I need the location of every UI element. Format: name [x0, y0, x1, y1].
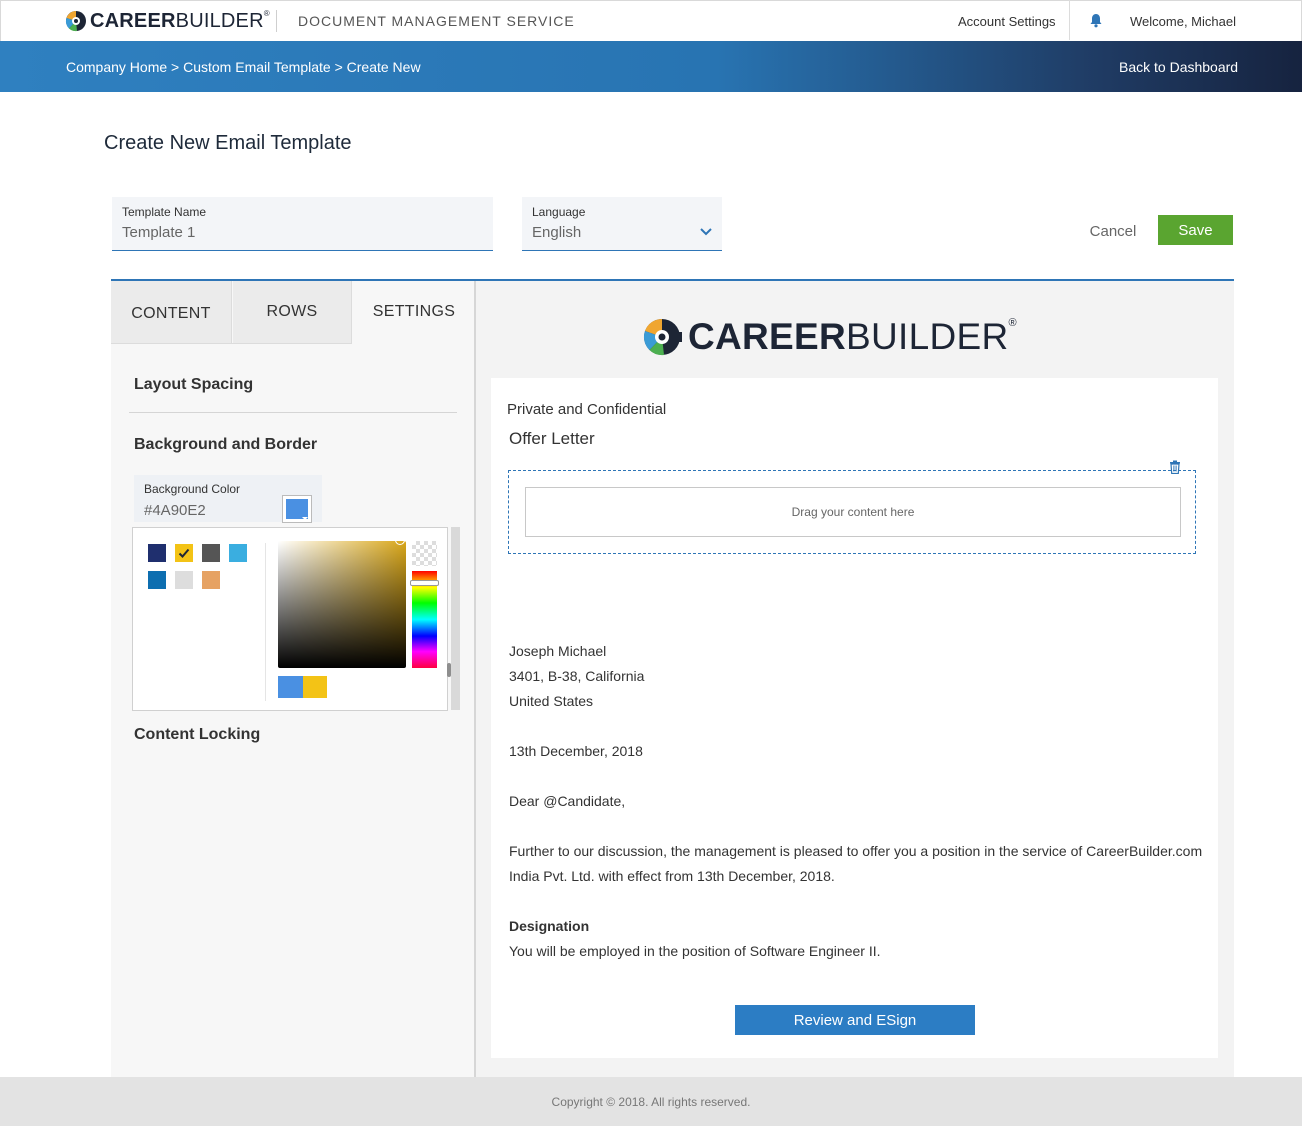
swatch-orange[interactable]	[202, 571, 220, 589]
current-color-swatch	[286, 499, 308, 519]
hue-slider-handle[interactable]	[410, 580, 439, 586]
tab-content[interactable]: CONTENT	[111, 281, 232, 343]
saturation-handle[interactable]	[395, 535, 405, 545]
color-swatch-button[interactable]	[282, 495, 312, 523]
cancel-button[interactable]: Cancel	[1078, 216, 1148, 246]
background-color-label: Background Color	[144, 482, 241, 496]
logo-registered: ®	[263, 8, 270, 18]
caret-down-icon	[302, 517, 308, 520]
swatch-light-gray[interactable]	[175, 571, 193, 589]
swatch-sky[interactable]	[229, 544, 247, 562]
header-divider-right	[1069, 0, 1070, 40]
back-to-dashboard-link[interactable]: Back to Dashboard	[1119, 59, 1238, 75]
template-name-field[interactable]: Template Name Template 1	[112, 197, 493, 251]
panel-tabs: CONTENT ROWS SETTINGS	[111, 281, 475, 344]
template-name-label: Template Name	[122, 205, 207, 219]
tab-settings[interactable]: SETTINGS	[353, 281, 475, 343]
designation-text: You will be employed in the position of …	[509, 943, 881, 959]
designation-heading: Designation	[509, 918, 590, 934]
copyright-text: Copyright © 2018. All rights reserved.	[551, 1095, 751, 1109]
letter-paragraph-line1: Further to our discussion, the managemen…	[509, 843, 1203, 859]
content-locking-heading[interactable]: Content Locking	[134, 726, 260, 744]
letter-date: 13th December, 2018	[509, 743, 643, 759]
preview-logo-registered: ®	[1008, 317, 1017, 329]
drag-content-placeholder[interactable]: Drag your content here	[525, 487, 1181, 537]
breadcrumb[interactable]: Company Home > Custom Email Template > C…	[66, 59, 421, 75]
picker-divider	[265, 543, 266, 701]
color-picker	[132, 527, 448, 711]
check-icon	[178, 548, 190, 558]
careerbuilder-logo-icon	[65, 11, 86, 32]
scrollbar-thumb[interactable]	[447, 663, 451, 677]
private-confidential-text: Private and Confidential	[507, 401, 667, 418]
welcome-user[interactable]: Welcome, Michael	[1130, 14, 1236, 29]
swatch-yellow[interactable]	[175, 544, 193, 562]
recipient-address-line2: United States	[509, 693, 594, 709]
background-color-input[interactable]: #4A90E2	[144, 502, 206, 519]
panel-scrollbar[interactable]	[451, 527, 460, 710]
save-button[interactable]: Save	[1158, 215, 1233, 245]
layout-spacing-heading[interactable]: Layout Spacing	[134, 376, 253, 394]
template-name-input[interactable]: Template 1	[122, 224, 195, 241]
service-title: DOCUMENT MANAGEMENT SERVICE	[298, 13, 575, 29]
language-select[interactable]: Language English	[522, 197, 722, 251]
page-title: Create New Email Template	[104, 132, 352, 154]
swatch-blue[interactable]	[148, 571, 166, 589]
letter-greeting: Dear @Candidate,	[509, 793, 626, 809]
chevron-down-icon[interactable]	[700, 228, 712, 236]
section-divider	[129, 412, 457, 413]
header-divider	[276, 10, 277, 32]
preview-logo-bold: CAREER	[688, 316, 847, 357]
swatch-navy[interactable]	[148, 544, 166, 562]
transparent-swatch[interactable]	[412, 541, 437, 566]
recipient-name: Joseph Michael	[509, 643, 607, 659]
tabs-divider	[111, 343, 352, 344]
letter-paragraph-line2: India Pvt. Ltd. with effect from 13th De…	[509, 868, 835, 884]
language-label: Language	[532, 205, 586, 219]
language-value: English	[532, 224, 582, 241]
background-border-heading[interactable]: Background and Border	[134, 436, 317, 454]
careerbuilder-logo-icon	[643, 318, 682, 356]
review-and-esign-button[interactable]: Review and ESign	[735, 1005, 975, 1035]
tab-rows[interactable]: ROWS	[233, 281, 352, 343]
swatch-gray[interactable]	[202, 544, 220, 562]
saturation-value-area[interactable]	[278, 541, 406, 668]
careerbuilder-logo[interactable]: CAREERBUILDER ®	[65, 9, 270, 33]
recipient-address-line1: 3401, B-38, California	[509, 668, 645, 684]
logo-bold: CAREER	[90, 9, 176, 32]
preview-logo-light: BUILDER	[846, 316, 1009, 357]
previous-color-preview	[278, 676, 303, 698]
careerbuilder-preview-logo: CAREERBUILDER ®	[642, 316, 1017, 357]
bell-icon[interactable]	[1089, 13, 1103, 28]
offer-letter-title: Offer Letter	[509, 429, 595, 448]
account-settings-link[interactable]: Account Settings	[958, 14, 1056, 29]
new-color-preview	[303, 676, 327, 698]
logo-light: BUILDER	[175, 9, 264, 32]
